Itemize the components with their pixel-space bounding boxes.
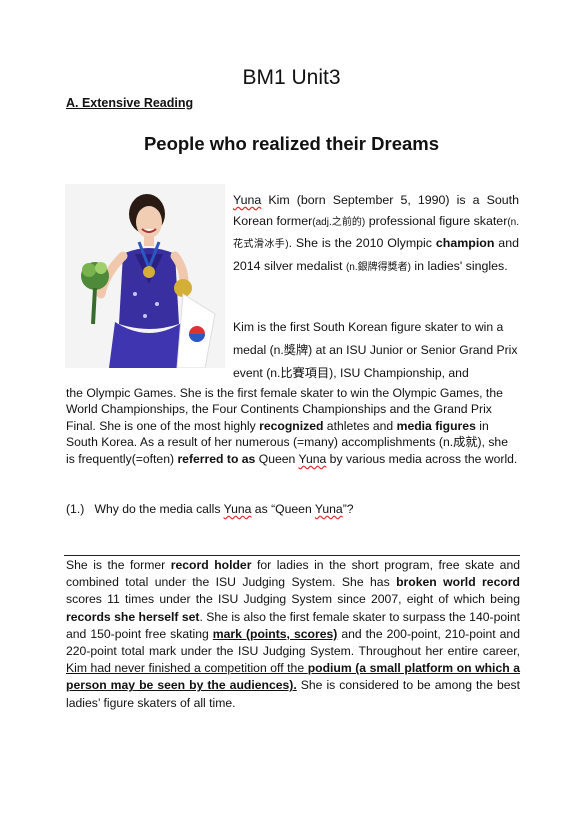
underlined-career: Kim had never finished a competition off… bbox=[66, 661, 308, 676]
term-records-she-set: records she herself set bbox=[66, 609, 200, 624]
answer-line bbox=[64, 555, 520, 556]
name-yuna: Yuna bbox=[233, 193, 262, 207]
article-heading: People who realized their Dreams bbox=[143, 133, 440, 154]
paragraph-intro: Yuna Kim (born September 5, 1990) is a S… bbox=[233, 193, 519, 273]
name-yuna-2: Yuna bbox=[298, 451, 327, 466]
document-page: BM1 Unit3 A. Extensive Reading People wh… bbox=[0, 0, 583, 829]
term-mark: mark (points, scores) bbox=[212, 626, 338, 641]
paragraph-records: She is the former record holder for ladi… bbox=[66, 558, 521, 710]
gloss-medalist: (n.銀牌得獎者) bbox=[345, 261, 411, 273]
term-media-figures: media figures bbox=[396, 418, 476, 433]
gloss-former: (adj.之前的) bbox=[312, 216, 366, 228]
question-1: (1.) Why do the media calls Yuna as “Que… bbox=[66, 502, 354, 516]
section-label: A. Extensive Reading bbox=[66, 96, 194, 110]
paragraph-achievements: the Olympic Games. She is the first fema… bbox=[66, 386, 518, 466]
term-broken-world-record: broken world record bbox=[396, 575, 520, 590]
term-recognized: recognized bbox=[259, 418, 324, 433]
question-number: (1.) bbox=[66, 502, 85, 516]
skater-image bbox=[65, 184, 225, 368]
skater-photo bbox=[65, 184, 225, 368]
paragraph-achievements-start: Kim is the first South Korean figure ska… bbox=[233, 320, 518, 380]
page-title: BM1 Unit3 bbox=[242, 66, 341, 89]
term-record-holder: record holder bbox=[170, 558, 252, 572]
term-referred-to-as: referred to as bbox=[177, 451, 256, 466]
term-champion: champion bbox=[435, 236, 495, 251]
